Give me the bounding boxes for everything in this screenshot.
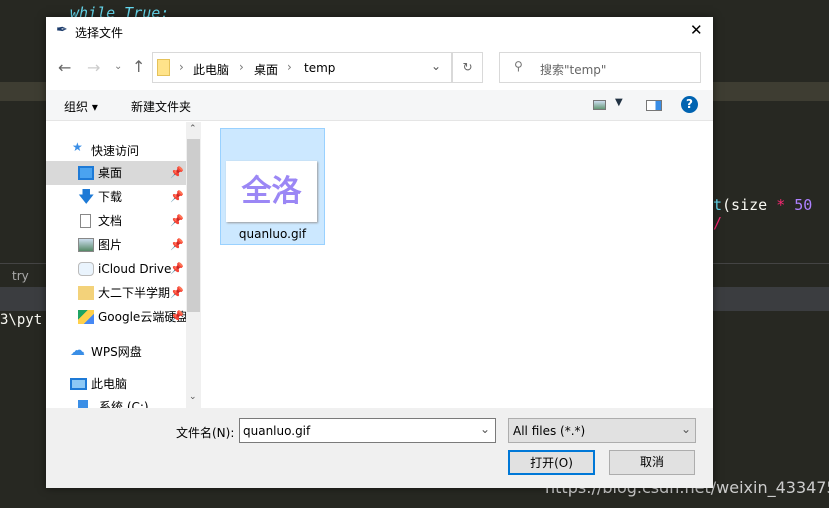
nav-scrollbar[interactable]: ⌃ ⌄ [186, 122, 201, 408]
file-dialog: ✒ 选择文件 ✕ ← → ⌄ ↑ › 此电脑 › 桌面 › temp ⌄ ↻ ⚲… [46, 17, 713, 488]
close-button[interactable]: ✕ [690, 21, 703, 39]
code-token: 50 [785, 196, 813, 214]
nav-item-wps[interactable]: WPS网盘 [91, 343, 142, 360]
pin-icon: 📌 [170, 310, 184, 323]
scroll-down-icon[interactable]: ⌄ [189, 392, 197, 402]
nav-item-pictures[interactable]: 图片 📌 [46, 233, 186, 257]
filename-value: quanluo.gif [243, 424, 311, 438]
code-line: t(size * 50 / [713, 196, 829, 232]
crumb[interactable]: 桌面 [254, 61, 278, 78]
gif-thumbnail: 全洛 [226, 161, 317, 222]
nav-item-icloud[interactable]: iCloud Drive 📌 [46, 257, 186, 281]
search-input[interactable]: ⚲ 搜索"temp" [499, 52, 701, 83]
pin-icon: 📌 [170, 214, 184, 227]
icloud-icon [78, 262, 94, 276]
pin-icon: 📌 [170, 190, 184, 203]
recent-dropdown[interactable]: ⌄ [114, 61, 122, 72]
cancel-button[interactable]: 取消 [609, 450, 695, 475]
scroll-up-icon[interactable]: ⌃ [189, 124, 197, 134]
nav-label: 大二下半学期 [98, 286, 171, 300]
quick-access[interactable]: 快速访问 [91, 142, 139, 159]
star-icon: ★ [72, 140, 83, 154]
desktop-icon [78, 166, 94, 180]
code-token: (size [722, 196, 777, 214]
chevron-down-icon[interactable]: ⌄ [431, 59, 441, 73]
navigation-pane: ★ 快速访问 桌面 📌 🡇 下载 📌 文档 📌 图片 📌 iCloud Drive 📌 大二… [46, 122, 200, 408]
bottom-panel: 文件名(N): quanluo.gif ⌄ All files (*.*) ⌄ … [46, 408, 713, 488]
forward-button[interactable]: → [87, 58, 100, 77]
up-button[interactable]: ↑ [132, 57, 145, 76]
search-placeholder: 搜索"temp" [540, 63, 607, 77]
chevron-icon: › [239, 60, 244, 74]
nav-label: 桌面 [98, 166, 123, 180]
document-icon [80, 214, 91, 228]
nav-item-folder[interactable]: 大二下半学期 📌 [46, 281, 186, 305]
refresh-button[interactable]: ↻ [452, 52, 483, 83]
nav-item-drive-c[interactable]: 系统 (C:) [99, 398, 149, 408]
help-icon[interactable]: ? [681, 96, 698, 113]
crumb[interactable]: 此电脑 [193, 61, 229, 78]
title-bar: ✒ 选择文件 ✕ [46, 17, 713, 46]
nav-item-downloads[interactable]: 🡇 下载 📌 [46, 185, 186, 209]
open-button[interactable]: 打开(O) [508, 450, 595, 475]
folder-icon [157, 59, 170, 76]
code-token: t [713, 196, 723, 214]
windows-drive-icon [78, 400, 88, 408]
new-folder-button[interactable]: 新建文件夹 [131, 98, 191, 115]
view-icon[interactable] [593, 100, 606, 110]
chevron-down-icon[interactable]: ⌄ [681, 422, 691, 436]
folder-icon [78, 286, 94, 300]
preview-pane-icon[interactable] [646, 100, 662, 111]
file-name: quanluo.gif [238, 227, 307, 241]
nav-item-desktop[interactable]: 桌面 📌 [46, 161, 186, 185]
file-item[interactable]: 全洛 quanluo.gif [220, 128, 325, 245]
search-icon: ⚲ [514, 59, 523, 73]
nav-item-this-pc[interactable]: 此电脑 [91, 375, 127, 392]
picture-icon [78, 238, 94, 252]
cloud-icon: ☁ [70, 341, 85, 359]
pin-icon: 📌 [170, 262, 184, 275]
back-button[interactable]: ← [58, 58, 71, 77]
feather-icon: ✒ [56, 22, 68, 38]
nav-label: 下载 [98, 190, 123, 204]
scrollbar-thumb[interactable] [187, 139, 200, 312]
pin-icon: 📌 [170, 166, 184, 179]
toolbar: 组织 ▾ 新建文件夹 ▼ ? [46, 90, 713, 121]
nav-label: iCloud Drive [98, 262, 172, 276]
chevron-icon: › [179, 60, 184, 74]
view-dropdown-icon[interactable]: ▼ [615, 97, 623, 108]
code-token: * [776, 196, 786, 214]
terminal-text: 3\pyt [0, 312, 43, 328]
file-type-value: All files (*.*) [513, 424, 586, 438]
pin-icon: 📌 [170, 238, 184, 251]
chevron-icon: › [287, 60, 292, 74]
organize-button[interactable]: 组织 ▾ [64, 98, 98, 115]
nav-item-google-drive[interactable]: Google云端硬盘 📌 [46, 305, 186, 329]
nav-label: 图片 [98, 238, 123, 252]
breadcrumb-try[interactable]: try [12, 269, 29, 283]
filename-input[interactable]: quanluo.gif ⌄ [239, 418, 496, 443]
filename-label: 文件名(N): [176, 426, 235, 440]
file-type-select[interactable]: All files (*.*) ⌄ [508, 418, 696, 443]
dialog-title: 选择文件 [75, 26, 124, 40]
code-token: / [713, 214, 723, 232]
computer-icon [70, 378, 87, 390]
nav-label: 文档 [98, 214, 123, 228]
address-bar[interactable]: › 此电脑 › 桌面 › temp ⌄ [152, 52, 452, 83]
pin-icon: 📌 [170, 286, 184, 299]
crumb[interactable]: temp [304, 61, 335, 75]
chevron-down-icon[interactable]: ⌄ [480, 422, 490, 436]
download-icon: 🡇 [78, 187, 95, 206]
nav-item-documents[interactable]: 文档 📌 [46, 209, 186, 233]
google-drive-icon [78, 310, 94, 324]
